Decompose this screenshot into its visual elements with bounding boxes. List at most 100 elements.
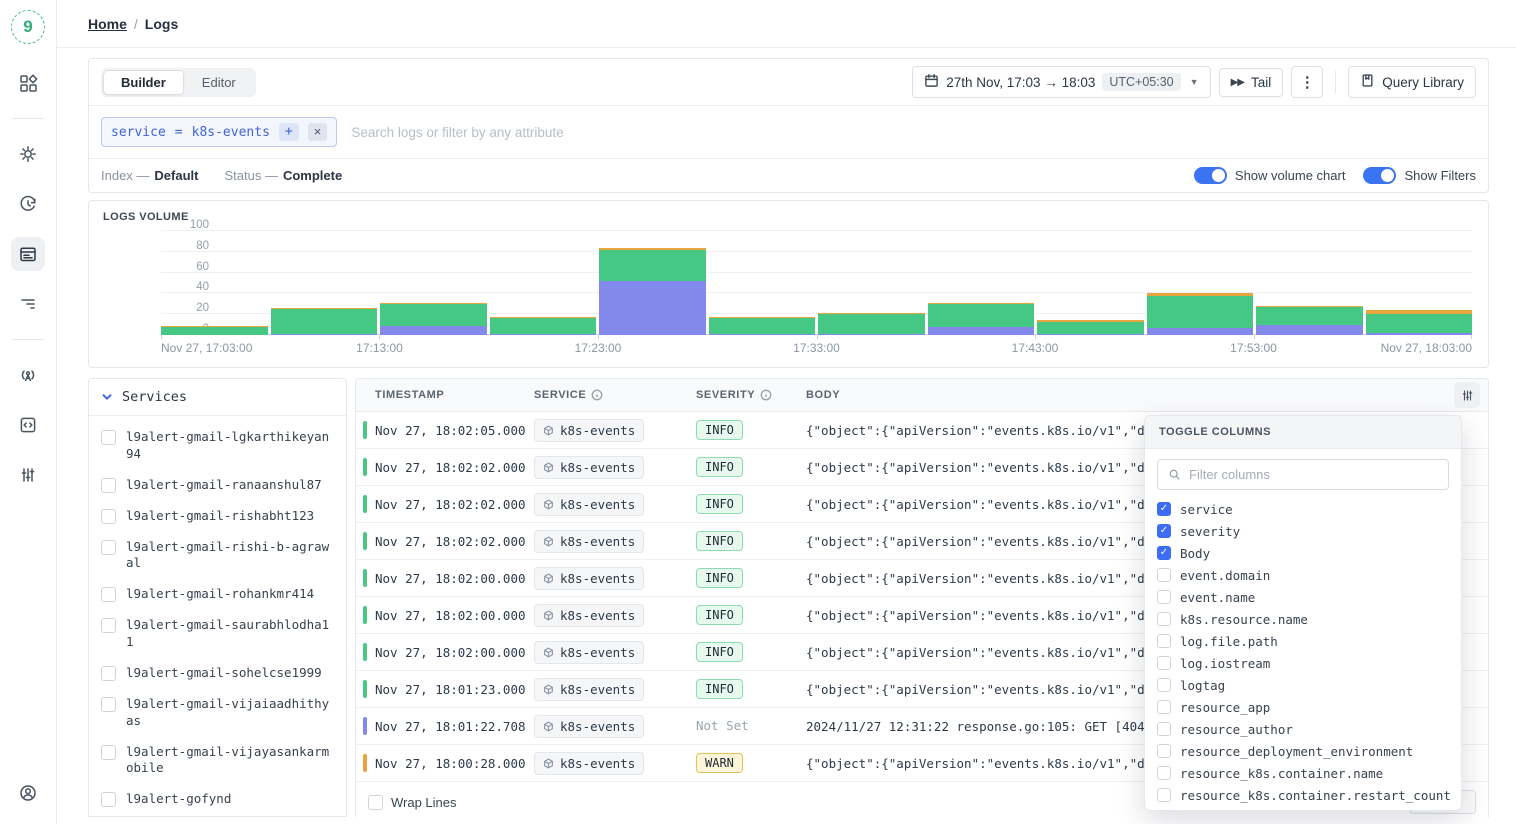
search-logs-input[interactable] [351, 125, 1476, 140]
log-timestamp-cell: Nov 27, 18:02:02.000 [356, 458, 534, 476]
service-checkbox[interactable] [101, 745, 116, 760]
more-options-button[interactable]: ⋮ [1291, 66, 1323, 98]
service-chip[interactable]: k8s-events [534, 752, 644, 775]
service-chip[interactable]: k8s-events [534, 530, 644, 553]
filter-chip-remove-button[interactable]: × [308, 123, 328, 141]
info-icon [760, 389, 772, 401]
service-checkbox[interactable] [101, 478, 116, 493]
service-chip[interactable]: k8s-events [534, 678, 644, 701]
service-chip[interactable]: k8s-events [534, 604, 644, 627]
service-chip[interactable]: k8s-events [534, 419, 644, 442]
tab-builder[interactable]: Builder [103, 70, 184, 95]
show-filters-toggle[interactable] [1363, 167, 1396, 184]
column-checkbox[interactable]: ✓ [1157, 546, 1171, 560]
show-volume-chart-toggle-wrap: Show volume chart [1194, 167, 1346, 184]
wrap-lines-control: Wrap Lines [368, 794, 457, 810]
column-checkbox[interactable] [1157, 788, 1171, 802]
toggle-columns-body: ✓service✓severity✓Bodyevent.domainevent.… [1145, 449, 1461, 811]
service-list-item[interactable]: l9alert-gofynd [89, 784, 346, 815]
service-list-item[interactable]: l9alert-gmail-saurabhlodha11 [89, 610, 346, 658]
datetime-range-button[interactable]: 27th Nov, 17:03 → 18:03 UTC+05:30 ▼ [912, 66, 1210, 98]
gear-icon[interactable] [11, 137, 45, 171]
service-list-item[interactable]: l9alert-gokwik [89, 815, 346, 817]
toggle-column-item[interactable]: log.iostream [1157, 652, 1449, 674]
service-list-item[interactable]: l9alert-gmail-lgkarthikeyan94 [89, 422, 346, 470]
service-list-item[interactable]: l9alert-gmail-vijaiaadhithyas [89, 689, 346, 737]
service-list-item[interactable]: l9alert-gmail-rohankmr414 [89, 579, 346, 610]
filter-chip-add-button[interactable]: + [279, 123, 299, 141]
column-checkbox[interactable] [1157, 568, 1171, 582]
column-checkbox[interactable] [1157, 656, 1171, 670]
toggle-column-item[interactable]: resource_author [1157, 718, 1449, 740]
service-chip[interactable]: k8s-events [534, 567, 644, 590]
service-checkbox[interactable] [101, 540, 116, 555]
column-checkbox[interactable]: ✓ [1157, 524, 1171, 538]
toggle-column-item[interactable]: logtag [1157, 674, 1449, 696]
history-alert-icon[interactable] [11, 187, 45, 221]
log-timestamp-cell: Nov 27, 18:02:00.000 [356, 569, 534, 587]
service-list-item[interactable]: l9alert-gmail-sohelcse1999 [89, 658, 346, 689]
toggle-column-item[interactable]: k8s.resource.name [1157, 608, 1449, 630]
sliders-icon[interactable] [11, 458, 45, 492]
severity-badge: INFO [696, 679, 743, 699]
query-library-button[interactable]: Query Library [1348, 66, 1476, 98]
toggle-column-item[interactable]: ✓Body [1157, 542, 1449, 564]
service-checkbox[interactable] [101, 792, 116, 807]
toggle-column-item[interactable]: event.name [1157, 586, 1449, 608]
broadcast-icon[interactable] [11, 358, 45, 392]
chart-bar-segment-purple [599, 281, 706, 335]
service-chip[interactable]: k8s-events [534, 641, 644, 664]
service-chip[interactable]: k8s-events [534, 456, 644, 479]
service-chip[interactable]: k8s-events [534, 715, 644, 738]
integrations-icon[interactable] [11, 408, 45, 442]
show-volume-chart-toggle[interactable] [1194, 167, 1227, 184]
wrap-lines-checkbox[interactable] [368, 795, 383, 810]
column-checkbox[interactable] [1157, 678, 1171, 692]
logs-icon[interactable] [11, 237, 45, 271]
dashboards-icon[interactable] [11, 66, 45, 100]
service-checkbox[interactable] [101, 618, 116, 633]
wrap-lines-label: Wrap Lines [391, 795, 457, 810]
toggle-column-item[interactable]: log.file.path [1157, 630, 1449, 652]
service-chip-label: k8s-events [560, 608, 635, 623]
column-checkbox[interactable] [1157, 590, 1171, 604]
column-checkbox[interactable] [1157, 634, 1171, 648]
info-icon [591, 389, 603, 401]
column-checkbox[interactable] [1157, 700, 1171, 714]
service-checkbox[interactable] [101, 666, 116, 681]
column-checkbox[interactable] [1157, 744, 1171, 758]
service-checkbox[interactable] [101, 587, 116, 602]
service-list-item[interactable]: l9alert-gmail-rishi-b-agrawal [89, 532, 346, 580]
service-checkbox[interactable] [101, 697, 116, 712]
toggle-column-item[interactable]: event.domain [1157, 564, 1449, 586]
toggle-column-item[interactable]: ✓service [1157, 498, 1449, 520]
toggle-column-item[interactable]: resource_app [1157, 696, 1449, 718]
column-checkbox[interactable] [1157, 722, 1171, 736]
column-checkbox[interactable] [1157, 766, 1171, 780]
user-account-icon[interactable] [11, 776, 45, 810]
log-timestamp-cell: Nov 27, 18:01:23.000 [356, 680, 534, 698]
severity-indicator-bar [363, 532, 367, 550]
column-settings-button[interactable] [1454, 382, 1480, 408]
service-checkbox[interactable] [101, 430, 116, 445]
toggle-column-item[interactable]: resource_deployment_environment [1157, 740, 1449, 762]
service-list-item[interactable]: l9alert-gmail-vijayasankarmobile [89, 737, 346, 785]
tab-editor[interactable]: Editor [184, 70, 254, 95]
column-checkbox[interactable]: ✓ [1157, 502, 1171, 516]
breadcrumb-home-link[interactable]: Home [88, 16, 127, 32]
service-checkbox[interactable] [101, 509, 116, 524]
last9-logo[interactable]: 9 [11, 10, 45, 44]
toggle-column-item[interactable]: ✓severity [1157, 520, 1449, 542]
service-list-item[interactable]: l9alert-gmail-rishabht123 [89, 501, 346, 532]
toggle-column-item[interactable]: resource_k8s.container.restart_count [1157, 784, 1449, 806]
filter-chip[interactable]: service = k8s-events + × [101, 117, 337, 147]
tail-button[interactable]: ▶▶ Tail [1219, 68, 1284, 97]
column-checkbox[interactable] [1157, 612, 1171, 626]
traces-icon[interactable] [11, 287, 45, 321]
services-panel-header[interactable]: Services [89, 379, 346, 416]
service-chip[interactable]: k8s-events [534, 493, 644, 516]
toggle-column-item[interactable]: resource_k8s.container.name [1157, 762, 1449, 784]
filter-columns-input[interactable] [1189, 467, 1438, 482]
service-list-item[interactable]: l9alert-gmail-ranaanshul87 [89, 470, 346, 501]
chart-x-tick-label: 17:33:00 [793, 341, 840, 355]
